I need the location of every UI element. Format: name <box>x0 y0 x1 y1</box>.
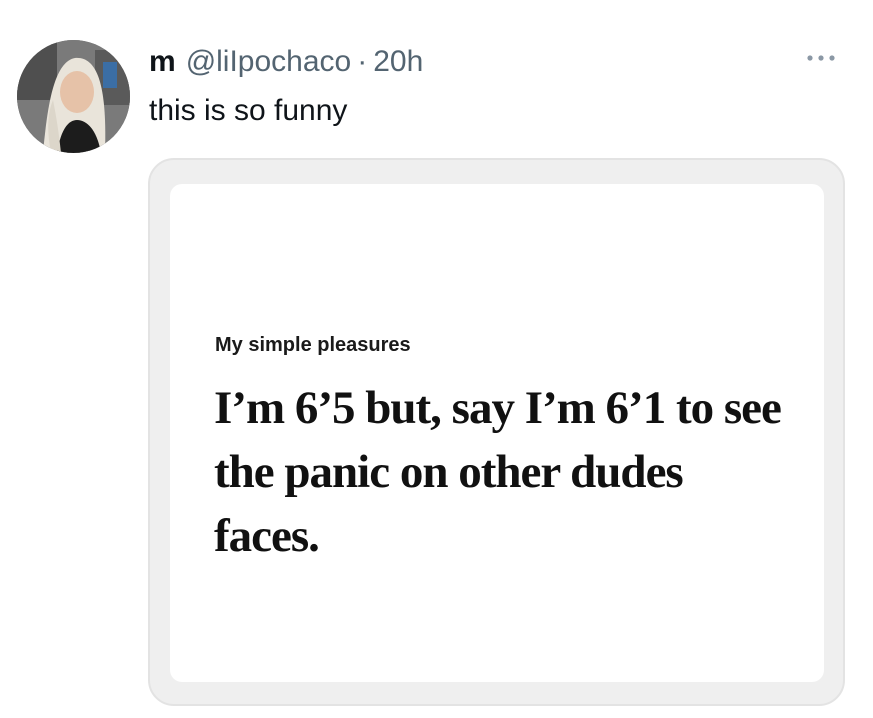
header-separator: · <box>357 45 368 78</box>
more-options-button[interactable] <box>803 44 839 72</box>
user-handle[interactable]: @liIpochaco <box>186 45 352 79</box>
tweet-text: this is so funny <box>149 94 348 127</box>
media-card: My simple pleasures I’m 6’5 but, say I’m… <box>170 184 824 682</box>
tweet-header: m @liIpochaco · 20h <box>149 40 423 84</box>
more-horizontal-icon <box>807 55 835 61</box>
tweet[interactable]: m @liIpochaco · 20h this is so funny My … <box>0 0 873 718</box>
timestamp[interactable]: 20h <box>373 45 423 79</box>
avatar[interactable] <box>17 40 130 153</box>
display-name[interactable]: m <box>149 45 176 79</box>
tweet-media[interactable]: My simple pleasures I’m 6’5 but, say I’m… <box>148 158 845 706</box>
avatar-photo <box>17 40 130 153</box>
media-label: My simple pleasures <box>215 334 411 356</box>
media-quote: I’m 6’5 but, say I’m 6’1 to see the pani… <box>214 382 782 562</box>
